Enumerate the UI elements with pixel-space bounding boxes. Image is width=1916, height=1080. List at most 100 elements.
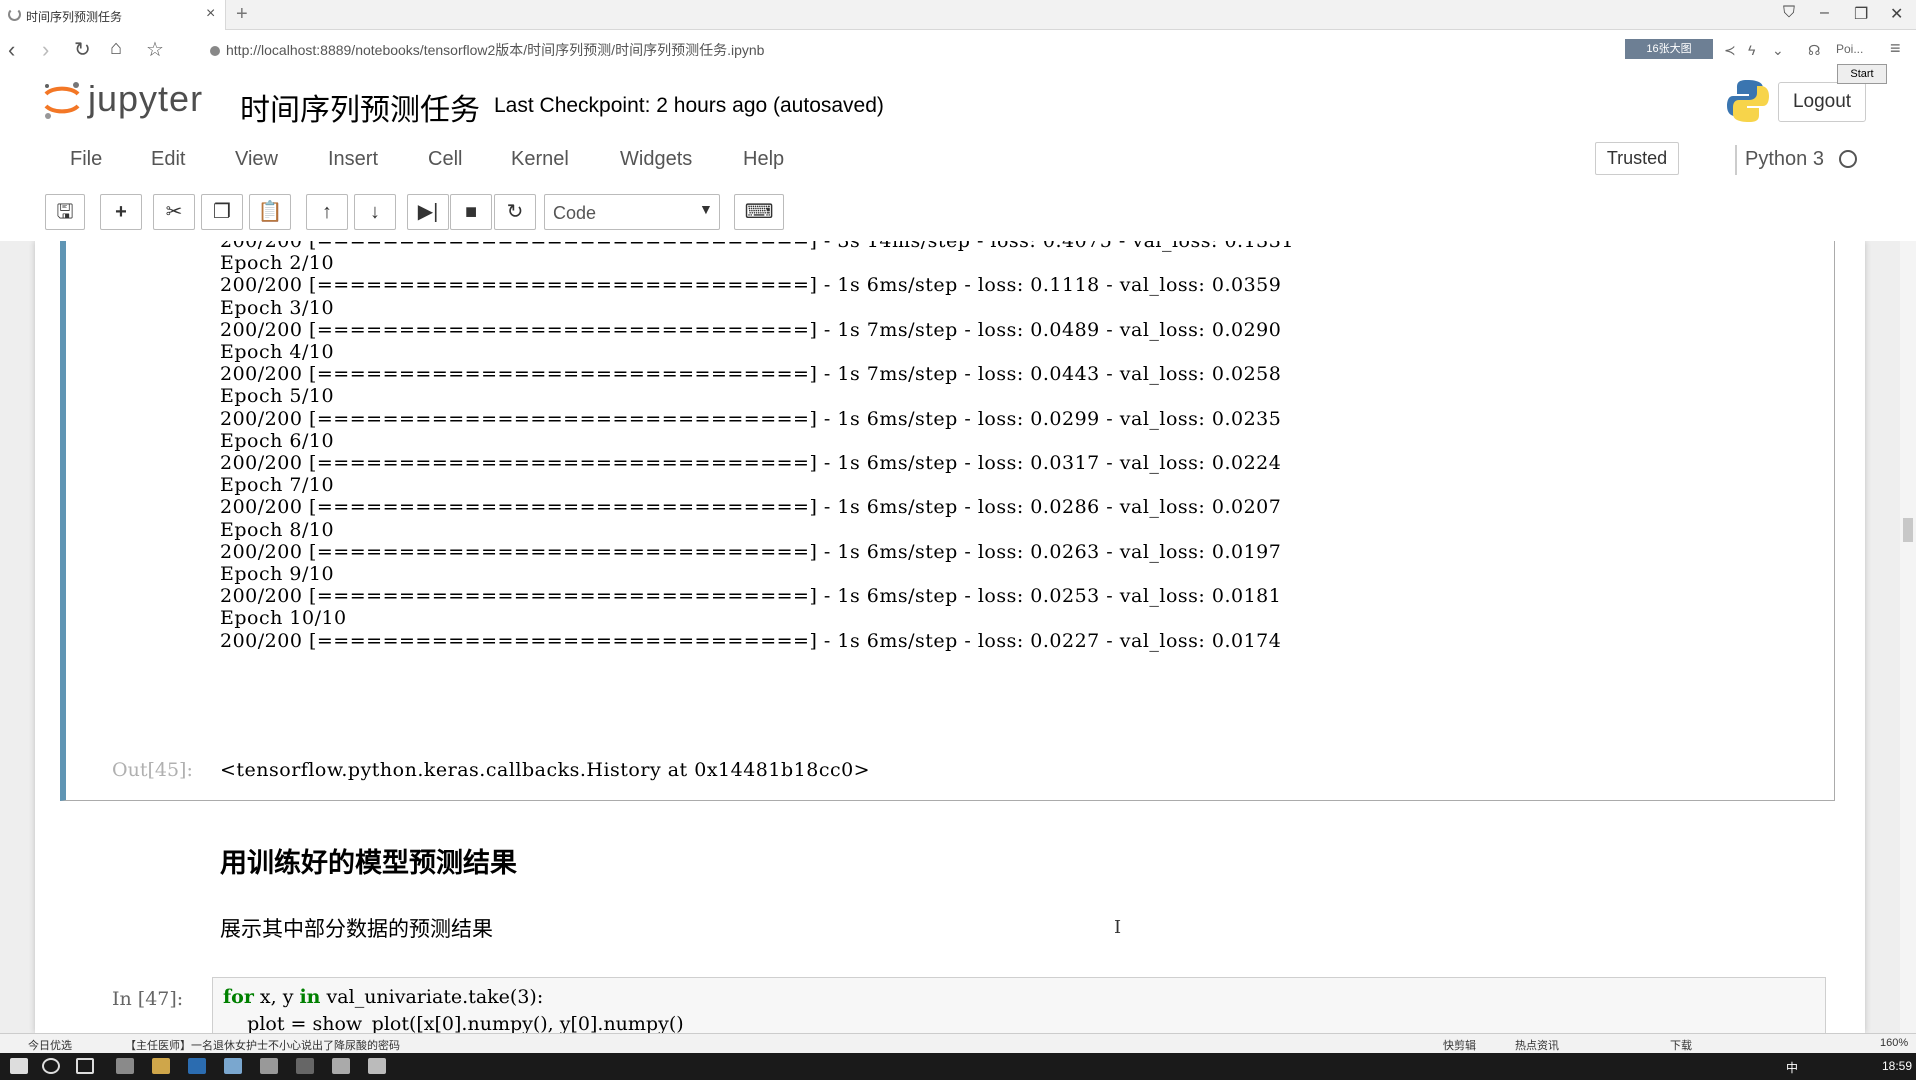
stop-icon: ■ xyxy=(464,201,478,223)
vertical-scrollbar[interactable] xyxy=(1900,241,1916,1033)
menu-edit[interactable]: Edit xyxy=(151,148,185,171)
app-icon-2[interactable] xyxy=(188,1058,206,1074)
arrow-up-icon: ↑ xyxy=(322,201,332,223)
keyboard-icon: ⌨ xyxy=(744,201,774,223)
ime-indicator[interactable]: 中 xyxy=(1786,1059,1798,1076)
search-icon[interactable] xyxy=(42,1058,60,1074)
save-icon: 🖫 xyxy=(56,201,74,223)
move-up-button[interactable]: ↑ xyxy=(306,194,348,230)
restart-icon: ↻ xyxy=(506,201,524,223)
keyword-in: in xyxy=(299,986,321,1008)
interrupt-button[interactable]: ■ xyxy=(450,194,492,230)
big-image-badge[interactable]: 16张大图 xyxy=(1625,39,1713,59)
share-icon[interactable]: ≺ xyxy=(1724,42,1736,59)
jupyter-logo-text[interactable]: jupyter xyxy=(88,78,203,120)
code-line-2: plot = show_plot([x[0].numpy(), y[0].num… xyxy=(223,1013,684,1033)
save-button[interactable]: 🖫 xyxy=(45,194,85,230)
back-icon[interactable]: ‹ xyxy=(8,37,15,63)
task-view-icon[interactable] xyxy=(76,1058,94,1074)
run-button[interactable]: ▶| xyxy=(407,194,449,230)
insert-cell-button[interactable]: + xyxy=(100,194,142,230)
system-clock[interactable]: 18:59 xyxy=(1882,1059,1912,1073)
code-fragment: val_univariate.take(3): xyxy=(320,986,544,1008)
markdown-text[interactable]: 展示其中部分数据的预测结果 xyxy=(220,913,493,943)
chevron-down-icon[interactable]: ⌄ xyxy=(1772,42,1784,59)
cell-type-value: Code xyxy=(553,203,597,223)
windows-start-icon[interactable] xyxy=(10,1058,28,1074)
in-prompt: In [47]: xyxy=(112,988,184,1010)
output-line: 200/200 [==============================]… xyxy=(220,452,1282,474)
app-icon-7[interactable] xyxy=(368,1058,386,1074)
new-tab-button[interactable]: + xyxy=(236,3,248,26)
app-icon-5[interactable] xyxy=(296,1058,314,1074)
restore-icon[interactable]: ❐ xyxy=(1854,4,1868,24)
start-tooltip[interactable]: Start xyxy=(1837,64,1887,84)
forward-icon[interactable]: › xyxy=(42,37,49,63)
menu-help[interactable]: Help xyxy=(743,148,784,171)
zoom-level[interactable]: 160% xyxy=(1880,1037,1908,1049)
quick-edit-label[interactable]: 快剪辑 xyxy=(1443,1037,1476,1053)
app-icon-3[interactable] xyxy=(224,1058,242,1074)
notebook-name[interactable]: 时间序列预测任务 xyxy=(240,85,480,129)
menu-file[interactable]: File xyxy=(70,148,102,171)
notebook-area: 200/200 [==============================]… xyxy=(0,241,1900,1033)
app-icon-1[interactable] xyxy=(116,1058,134,1074)
scissors-icon: ✂ xyxy=(165,201,183,223)
text-cursor-icon: I xyxy=(1114,917,1122,938)
lightning-icon[interactable]: ϟ xyxy=(1748,42,1755,58)
app-icon-4[interactable] xyxy=(260,1058,278,1074)
reload-icon[interactable]: ↻ xyxy=(74,37,91,62)
site-info-icon xyxy=(210,46,220,56)
kernel-name[interactable]: Python 3 xyxy=(1745,148,1824,171)
keyword-for: for xyxy=(223,986,254,1008)
extension-label[interactable]: Poi... xyxy=(1836,42,1863,56)
out-prompt: Out[45]: xyxy=(112,759,193,781)
output-line: 200/200 [==============================]… xyxy=(220,318,1282,341)
address-bar: ‹ › ↻ ⌂ ☆ http://localhost:8889/notebook… xyxy=(0,30,1916,70)
today-pick-label[interactable]: 今日优选 xyxy=(28,1037,72,1053)
menu-cell[interactable]: Cell xyxy=(428,148,462,171)
home-icon[interactable]: ⌂ xyxy=(110,37,122,60)
cell-type-select[interactable]: Code ▼ xyxy=(544,194,720,230)
caret-down-icon: ▼ xyxy=(699,201,713,217)
browser-tab[interactable]: 时间序列预测任务 × xyxy=(0,0,226,30)
output-line: 200/200 [==============================]… xyxy=(220,629,1282,652)
copy-button[interactable]: ❐ xyxy=(201,194,243,230)
hot-news-label[interactable]: 热点资讯 xyxy=(1515,1037,1559,1053)
pin-icon[interactable]: ⛉ xyxy=(1783,4,1795,22)
hamburger-menu-icon[interactable]: ≡ xyxy=(1890,38,1901,59)
scrollbar-thumb[interactable] xyxy=(1903,518,1913,542)
news-ticker[interactable]: 【主任医师】一名退休女护士不小心说出了降尿酸的密码 xyxy=(125,1037,400,1053)
headset-icon[interactable]: ☊ xyxy=(1808,42,1820,59)
trusted-indicator[interactable]: Trusted xyxy=(1595,142,1679,175)
close-tab-icon[interactable]: × xyxy=(206,5,215,23)
output-line: 200/200 [==============================]… xyxy=(220,241,1294,252)
paste-button[interactable]: 📋 xyxy=(249,194,291,230)
command-palette-button[interactable]: ⌨ xyxy=(734,194,784,230)
menu-insert[interactable]: Insert xyxy=(328,148,378,171)
url-field[interactable]: http://localhost:8889/notebooks/tensorfl… xyxy=(210,40,764,60)
notebook-toolbar: 🖫 + ✂ ❐ 📋 ↑ ↓ ▶| ■ ↻ ⌨ xyxy=(0,190,1916,234)
menu-view[interactable]: View xyxy=(235,148,278,171)
menu-widgets[interactable]: Widgets xyxy=(620,148,692,171)
code-cell-47[interactable]: for x, y in val_univariate.take(3): plot… xyxy=(212,977,1826,1033)
paste-icon: 📋 xyxy=(257,201,283,223)
folder-icon[interactable] xyxy=(152,1058,170,1074)
bookmark-star-icon[interactable]: ☆ xyxy=(146,37,164,62)
jupyter-logo-icon xyxy=(44,82,80,119)
step-forward-icon: ▶| xyxy=(417,201,439,223)
markdown-heading[interactable]: 用训练好的模型预测结果 xyxy=(220,841,517,880)
output-line: 200/200 [==============================]… xyxy=(220,585,1282,608)
code-line-1: for x, y in val_univariate.take(3): xyxy=(223,986,543,1008)
download-label[interactable]: 下载 xyxy=(1670,1037,1692,1053)
close-window-icon[interactable]: ✕ xyxy=(1890,4,1903,24)
loading-icon xyxy=(8,8,21,21)
logout-button[interactable]: Logout xyxy=(1778,82,1866,122)
menu-kernel[interactable]: Kernel xyxy=(511,148,569,171)
python-logo-icon xyxy=(1727,80,1769,122)
move-down-button[interactable]: ↓ xyxy=(354,194,396,230)
app-icon-6[interactable] xyxy=(332,1058,350,1074)
cut-button[interactable]: ✂ xyxy=(153,194,195,230)
restart-button[interactable]: ↻ xyxy=(494,194,536,230)
minimize-icon[interactable]: – xyxy=(1820,4,1829,22)
